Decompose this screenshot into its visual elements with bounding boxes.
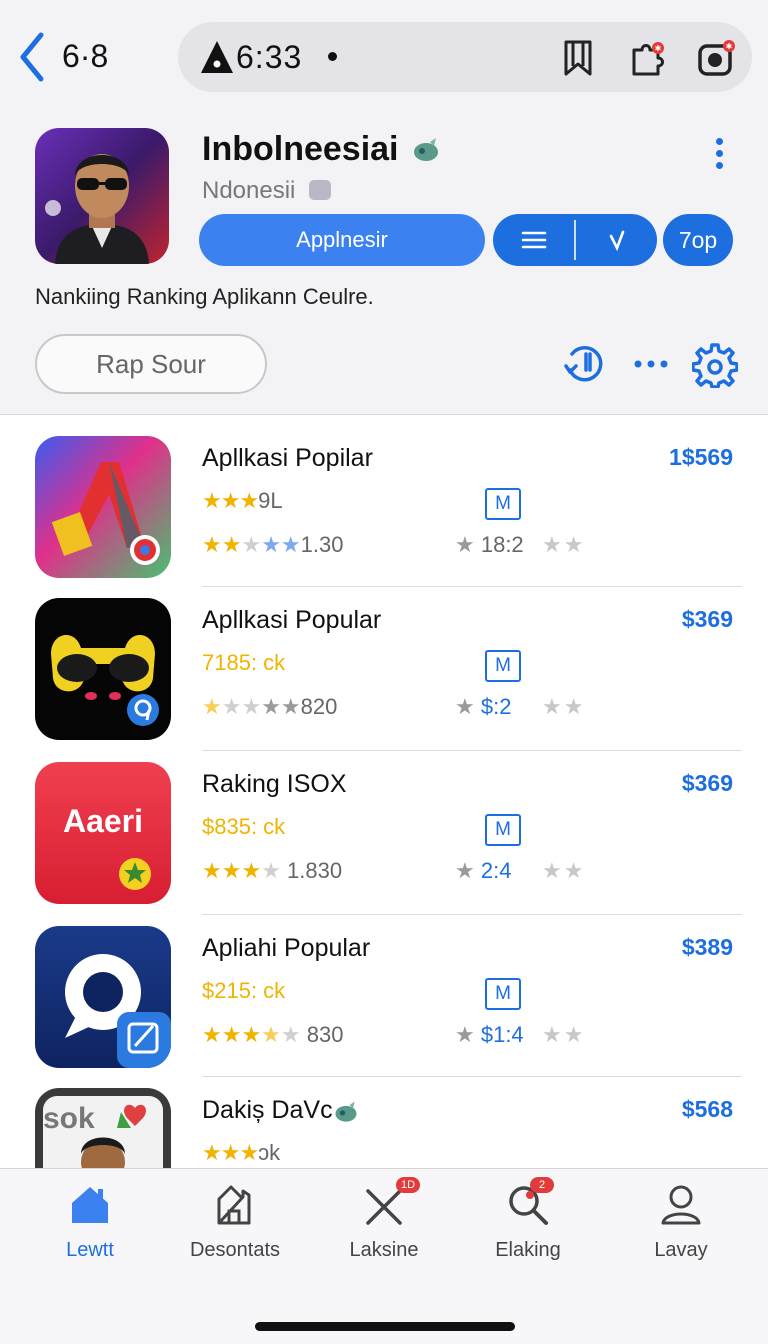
app-title: Inbolneesiai: [202, 130, 399, 168]
app-meta: 7185: ck: [202, 650, 286, 675]
app-secondary-rating: ★ $1:4: [455, 1022, 524, 1047]
sort-arrow-icon: [609, 230, 624, 252]
app-secondary-rating: ★ 18:2: [455, 532, 524, 557]
app-badge: M: [485, 650, 521, 682]
list-item[interactable]: Apllkasi Popilar 1$569 ★★★9L M ★★★★★1.30…: [0, 436, 768, 596]
light-stars: ★★: [542, 858, 586, 883]
nav-label: Elaking: [495, 1239, 561, 1261]
app-secondary-rating: ★ $:2: [455, 694, 512, 719]
app-icon-logo-text: Aaeri: [63, 803, 143, 839]
svg-text:✱: ✱: [655, 44, 662, 53]
region-badge-icon: [309, 180, 331, 200]
list-item[interactable]: Apllkasi Popular $369 7185: ck M ★★★★★82…: [0, 598, 768, 758]
app-rating: ★★★★★1.30: [202, 532, 344, 557]
app-name: Apllkasi Popilar: [202, 444, 373, 472]
app-secondary-rating: ★ 2:4: [455, 858, 512, 883]
more-horizontal-icon[interactable]: [628, 342, 674, 388]
app-name: Raking ISOX: [202, 770, 347, 798]
profile-icon: [661, 1185, 701, 1225]
notification-badge: 1D: [396, 1177, 420, 1193]
apply-button[interactable]: Applnesir: [199, 214, 485, 266]
app-badge: M: [485, 978, 521, 1010]
divider: [202, 586, 742, 587]
action-button-group: [493, 214, 657, 266]
history-icon[interactable]: [562, 342, 608, 388]
app-rating: ★★★★ 1.830: [202, 858, 343, 883]
app-icon: [35, 926, 171, 1068]
verified-badge-icon: [335, 1101, 357, 1122]
app-subtitle: Ndonesii: [202, 177, 296, 204]
nav-item-desontats[interactable]: Desontats: [170, 1183, 300, 1262]
back-label: 6·8: [62, 38, 109, 74]
app-name: Dakiș DaVc: [202, 1096, 333, 1124]
list-item[interactable]: Aaeri Raking ISOX $369 $835: ck M ★★★★ 1…: [0, 762, 768, 922]
verified-badge-icon: [414, 138, 438, 161]
app-meta: $835: ck: [202, 814, 286, 839]
home-indicator: [255, 1322, 515, 1331]
app-icon: Aaeri: [35, 762, 171, 904]
bookmark-icon[interactable]: [558, 38, 598, 78]
nav-label: Desontats: [189, 1239, 281, 1261]
page-description: Nankiing Ranking Aplikann Ceulre.: [35, 284, 374, 309]
app-price[interactable]: 1$569: [669, 444, 733, 471]
nav-item-home[interactable]: Lewtt: [25, 1183, 155, 1262]
app-meta: ★★★9L: [202, 488, 283, 513]
app-meta: $215: ck: [202, 978, 286, 1003]
back-button[interactable]: [14, 30, 50, 84]
svg-text:✱: ✱: [726, 42, 733, 51]
nav-label: Lewtt: [66, 1239, 114, 1261]
app-name: Apliahi Popular: [202, 934, 371, 962]
rap-sour-button[interactable]: Rap Sour: [35, 334, 267, 394]
nav-item-laksine[interactable]: 1D Laksine: [319, 1177, 449, 1262]
puzzle-icon[interactable]: ✱: [628, 38, 668, 78]
more-vertical-icon[interactable]: [706, 134, 732, 174]
app-meta: ★★★ɔk: [202, 1140, 281, 1165]
app-price[interactable]: $389: [682, 934, 733, 961]
app-price[interactable]: $369: [682, 770, 733, 797]
app-icon: sok: [35, 1088, 171, 1168]
app-icon: [35, 598, 171, 740]
status-pill: 6:33 ✱ ✱: [178, 22, 752, 92]
light-stars: ★★: [542, 694, 586, 719]
app-rating: ★★★★★ 830: [202, 1022, 344, 1047]
home-icon: [72, 1187, 108, 1223]
menu-icon: [521, 231, 546, 249]
nav-item-elaking[interactable]: 2 Elaking: [463, 1177, 593, 1262]
nav-label: Laksine: [349, 1239, 419, 1261]
app-icon-logo-text: sok: [43, 1102, 95, 1135]
nav-label: Lavay: [654, 1239, 708, 1261]
notification-badge: 2: [530, 1177, 554, 1193]
house-outline-icon: [217, 1185, 251, 1225]
settings-gear-icon[interactable]: [692, 342, 738, 388]
light-stars: ★★: [542, 532, 586, 557]
app-name: Apllkasi Popular: [202, 606, 382, 634]
app-rating: ★★★★★820: [202, 694, 338, 719]
divider: [202, 750, 742, 751]
light-stars: ★★: [542, 1022, 586, 1047]
chevron-left-icon: [20, 32, 44, 82]
menu-button[interactable]: [493, 214, 574, 266]
status-time: 6:33: [236, 39, 303, 75]
divider: [202, 1076, 742, 1077]
profile-avatar: [35, 128, 169, 264]
camera-icon[interactable]: ✱: [696, 38, 736, 78]
nav-item-lavay[interactable]: Lavay: [616, 1183, 746, 1262]
app-badge: M: [485, 814, 521, 846]
app-icon: [35, 436, 171, 578]
warning-icon: [201, 41, 233, 73]
sort-button[interactable]: [576, 214, 657, 266]
divider: [202, 914, 742, 915]
list-item[interactable]: Apliahi Popular $389 $215: ck M ★★★★★ 83…: [0, 926, 768, 1086]
app-badge: M: [485, 488, 521, 520]
top-button[interactable]: 7op: [663, 214, 733, 266]
list-item[interactable]: sok Dakiș DaVc $568 ★★★ɔk: [0, 1088, 768, 1168]
status-dot: [328, 52, 337, 61]
app-price[interactable]: $568: [682, 1096, 733, 1123]
bottom-nav: Lewtt Desontats 1D Laksine 2 Elaking Lav…: [0, 1168, 768, 1344]
app-price[interactable]: $369: [682, 606, 733, 633]
